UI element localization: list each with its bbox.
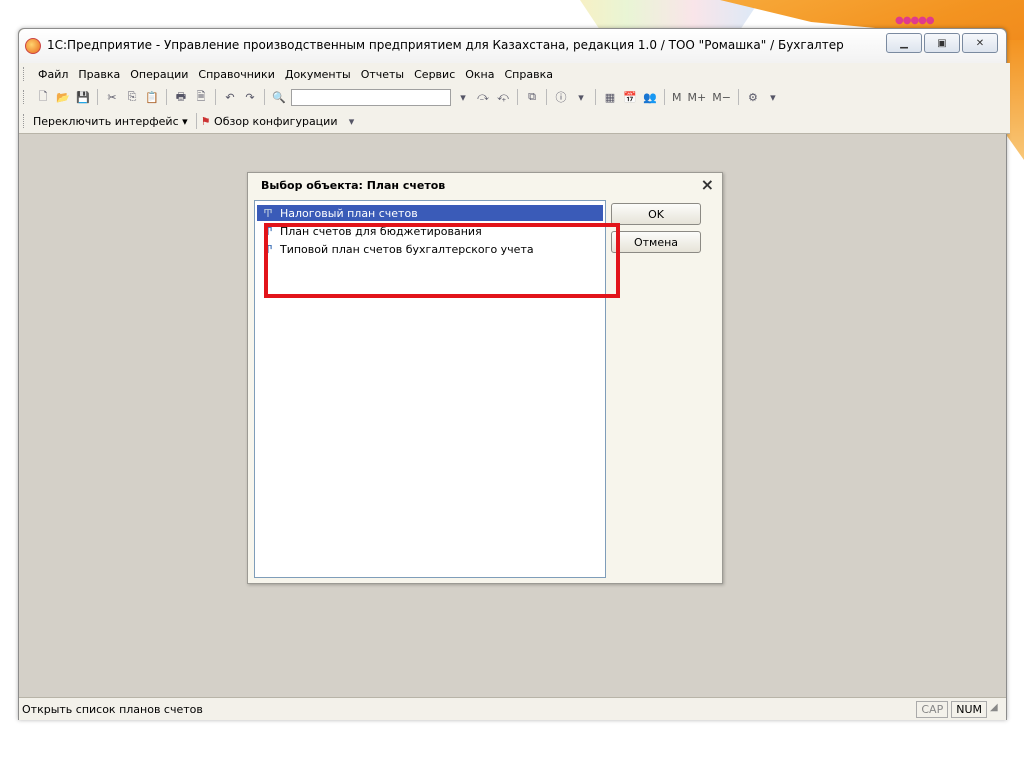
interface-toolbar: Переключить интерфейс ▾ ⚑ Обзор конфигур… bbox=[19, 109, 1010, 134]
menu-documents[interactable]: Документы bbox=[280, 68, 356, 81]
new-document-icon[interactable]: 🗋 bbox=[35, 89, 51, 105]
caps-lock-indicator: CAP bbox=[916, 700, 949, 718]
toolbar-separator bbox=[166, 89, 167, 105]
search-icon[interactable]: 🔍 bbox=[271, 89, 287, 105]
menu-bar: Файл Правка Операции Справочники Докумен… bbox=[19, 63, 1010, 86]
status-text: Открыть список планов счетов bbox=[22, 702, 203, 716]
menu-help[interactable]: Справка bbox=[500, 68, 558, 81]
title-bar[interactable]: 1С:Предприятие - Управление производстве… bbox=[19, 29, 1006, 63]
find-previous-icon[interactable]: ⤽ bbox=[495, 89, 511, 105]
status-bar: Открыть список планов счетов CAP NUM ◢ bbox=[19, 697, 1006, 720]
list-item-tax-plan[interactable]: Ͳ Налоговый план счетов bbox=[257, 205, 603, 221]
window-title: 1С:Предприятие - Управление производстве… bbox=[47, 38, 844, 52]
resize-grip-icon[interactable]: ◢ bbox=[990, 702, 1004, 716]
undo-icon[interactable]: ↶ bbox=[222, 89, 238, 105]
highlight-annotation-box bbox=[264, 223, 620, 298]
menu-edit[interactable]: Правка bbox=[73, 68, 125, 81]
main-toolbar: 🗋 📂 💾 ✂ ⎘ 📋 🖶 🗎 ↶ ↷ 🔍 ▾ ⤼ ⤽ ⧉ ⓘ ▾ ▦ 📅 👥 … bbox=[19, 85, 1010, 109]
config-overview-button[interactable]: ⚑ Обзор конфигурации bbox=[201, 115, 338, 128]
list-item-label: Налоговый план счетов bbox=[280, 206, 418, 220]
memory-button[interactable]: M bbox=[672, 91, 682, 104]
toolbar2-grip[interactable] bbox=[23, 114, 27, 128]
toolbar-separator bbox=[595, 89, 596, 105]
num-lock-indicator: NUM bbox=[951, 700, 987, 718]
toolbar-separator bbox=[737, 89, 739, 105]
info-icon[interactable]: ⓘ bbox=[553, 89, 569, 105]
calculator-icon[interactable]: ▦ bbox=[602, 89, 618, 105]
windows-icon[interactable]: ⧉ bbox=[524, 89, 540, 105]
chevron-down-icon: ▾ bbox=[182, 114, 188, 128]
copy-icon[interactable]: ⎘ bbox=[124, 89, 140, 105]
toolbar-separator bbox=[195, 113, 197, 129]
minimize-icon[interactable]: ▁ bbox=[886, 33, 922, 53]
menu-file[interactable]: Файл bbox=[33, 68, 73, 81]
print-icon[interactable]: 🖶 bbox=[173, 89, 189, 105]
background-decoration-stripes bbox=[580, 0, 760, 30]
open-folder-icon[interactable]: 📂 bbox=[55, 89, 71, 105]
toolbar-separator bbox=[97, 89, 98, 105]
toolbar-grip[interactable] bbox=[23, 90, 27, 104]
cut-icon[interactable]: ✂ bbox=[104, 89, 120, 105]
toolbar-separator bbox=[546, 89, 547, 105]
toolbar-separator bbox=[517, 89, 518, 105]
menu-windows[interactable]: Окна bbox=[460, 68, 499, 81]
save-icon[interactable]: 💾 bbox=[75, 89, 91, 105]
find-next-icon[interactable]: ⤼ bbox=[475, 89, 491, 105]
window-controls: ▁ ▣ ✕ bbox=[886, 33, 998, 53]
menu-catalogs[interactable]: Справочники bbox=[193, 68, 279, 81]
info-dropdown-icon[interactable]: ▾ bbox=[573, 89, 589, 105]
switch-interface-label: Переключить интерфейс bbox=[33, 114, 179, 128]
chart-of-accounts-icon: Ͳ bbox=[263, 206, 273, 220]
menu-reports[interactable]: Отчеты bbox=[356, 68, 409, 81]
ok-button[interactable]: OK bbox=[611, 203, 701, 225]
maximize-icon[interactable]: ▣ bbox=[924, 33, 960, 53]
menu-operations[interactable]: Операции bbox=[125, 68, 193, 81]
background-decoration-dots: ●●●●● bbox=[895, 15, 935, 26]
toolbar-options-icon[interactable]: ▾ bbox=[765, 89, 781, 105]
toolbar-separator bbox=[664, 89, 665, 105]
search-dropdown-icon[interactable]: ▾ bbox=[455, 89, 471, 105]
toolbar-separator bbox=[215, 89, 216, 105]
menubar-grip[interactable] bbox=[23, 67, 27, 81]
settings-icon[interactable]: ⚙ bbox=[745, 89, 761, 105]
dialog-close-icon[interactable]: × bbox=[701, 175, 714, 194]
close-icon[interactable]: ✕ bbox=[962, 33, 998, 53]
memory-minus-button[interactable]: M− bbox=[712, 91, 731, 104]
toolbar-separator bbox=[264, 89, 265, 105]
print-preview-icon[interactable]: 🗎 bbox=[193, 89, 209, 105]
menu-service[interactable]: Сервис bbox=[409, 68, 460, 81]
users-icon[interactable]: 👥 bbox=[642, 89, 658, 105]
toolbar2-options-icon[interactable]: ▾ bbox=[343, 113, 359, 129]
paste-icon[interactable]: 📋 bbox=[144, 89, 160, 105]
search-input[interactable] bbox=[291, 88, 451, 106]
switch-interface-button[interactable]: Переключить интерфейс ▾ bbox=[33, 115, 188, 128]
config-overview-label: Обзор конфигурации bbox=[214, 114, 338, 128]
redo-icon[interactable]: ↷ bbox=[242, 89, 258, 105]
calendar-icon[interactable]: 📅 bbox=[622, 89, 638, 105]
tree-icon: ⚑ bbox=[200, 114, 211, 128]
memory-plus-button[interactable]: M+ bbox=[688, 91, 707, 104]
cancel-button[interactable]: Отмена bbox=[611, 231, 701, 253]
app-logo-icon[interactable] bbox=[25, 38, 41, 54]
dialog-title: Выбор объекта: План счетов bbox=[261, 179, 446, 192]
